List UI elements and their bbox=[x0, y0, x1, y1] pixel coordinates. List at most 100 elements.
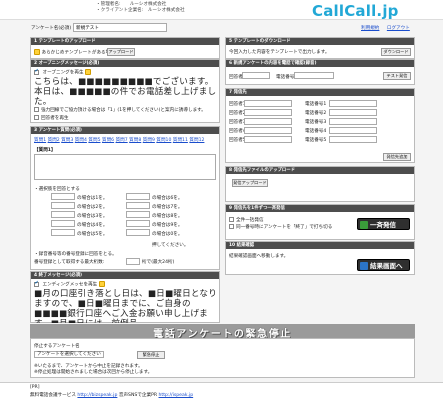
phone-input[interactable] bbox=[329, 118, 377, 125]
opening-checkbox[interactable] bbox=[34, 68, 39, 75]
panel-heading: 9 発信先を1件ずつ一斉発信 bbox=[226, 205, 414, 212]
stop-survey-label: 停止するアンケート名 bbox=[34, 344, 80, 349]
question-tab-2[interactable]: 質問2 bbox=[48, 138, 60, 143]
choice-input-2[interactable] bbox=[51, 202, 75, 209]
question-tab-11[interactable]: 質問11 bbox=[173, 138, 188, 143]
choice-text-8: の場合は8を。 bbox=[152, 214, 183, 219]
chart-icon bbox=[360, 262, 368, 270]
stop-survey-select[interactable]: アンケートを選択してください bbox=[34, 351, 104, 358]
download-button[interactable]: ダウンロード bbox=[381, 48, 411, 56]
opt2-checkbox[interactable] bbox=[34, 115, 39, 120]
choice-text-5: の場合は5を。 bbox=[77, 232, 108, 237]
ending-checkbox[interactable] bbox=[34, 280, 39, 287]
emergency-stop-banner: 電話アンケートの緊急停止 bbox=[30, 324, 415, 340]
opt2-label: 回答者を再生 bbox=[41, 116, 69, 121]
question-tab-3[interactable]: 質問3 bbox=[61, 138, 73, 143]
question-tab-12[interactable]: 質問12 bbox=[189, 138, 204, 143]
survey-name-input[interactable] bbox=[73, 23, 167, 32]
digits-input[interactable] bbox=[126, 258, 140, 265]
opening-message-panel: 2 オープニングメッセージ(必須) オープニングを再生 こちらは、■■■■■■■… bbox=[30, 59, 220, 123]
respondent-input[interactable] bbox=[244, 127, 292, 134]
footer-pr: [PR] bbox=[30, 385, 40, 390]
phone-input[interactable] bbox=[329, 109, 377, 116]
emergency-stop-button[interactable]: 緊急停止 bbox=[137, 351, 165, 359]
question-text-area[interactable] bbox=[34, 154, 216, 180]
target-row: 回答者2 電話番号2 bbox=[229, 109, 413, 117]
results-desc: 結果確認画面へ移動します。 bbox=[229, 254, 289, 259]
panel-heading: 3 アンケート質問(必須) bbox=[31, 127, 219, 134]
bulk-call-button[interactable]: 一斉発信 bbox=[357, 218, 410, 230]
phone-input[interactable] bbox=[329, 136, 377, 143]
question-tab-9[interactable]: 質問9 bbox=[143, 138, 155, 143]
question-tab-7[interactable]: 質問7 bbox=[116, 138, 128, 143]
emergency-stop-panel: 停止するアンケート名 アンケートを選択してください 緊急停止 ※いたるまで、アン… bbox=[30, 338, 415, 378]
question-tab-6[interactable]: 質問6 bbox=[102, 138, 114, 143]
survey-questions-panel: 3 アンケート質問(必須) 質問1 質問2 質問3 質問4 質問5 質問6 質問… bbox=[30, 126, 220, 270]
phone-input[interactable] bbox=[329, 100, 377, 107]
target-row: 回答者3 電話番号3 bbox=[229, 118, 413, 126]
choice-input-1[interactable] bbox=[51, 193, 75, 200]
opt1-checkbox[interactable] bbox=[34, 107, 39, 112]
phone-label: 電話番号3 bbox=[305, 120, 327, 125]
question-tab-8[interactable]: 質問8 bbox=[129, 138, 141, 143]
opening-text[interactable]: こちらは、■■■■■■■■■でございます。本日は、■■■■■の件でお電話差し上げ… bbox=[34, 77, 218, 107]
bulk-stop-checkbox[interactable] bbox=[229, 224, 234, 229]
question-tab-4[interactable]: 質問4 bbox=[75, 138, 87, 143]
ending-check-label: エンディングメッセを再生 bbox=[42, 282, 98, 288]
top-links: 利用規約 ログアウト bbox=[361, 25, 416, 31]
choice-input-9[interactable] bbox=[126, 220, 150, 227]
phone-input[interactable] bbox=[294, 72, 334, 79]
respondent-input[interactable] bbox=[244, 100, 292, 107]
ispeak-link[interactable]: http://ispeak.jp bbox=[159, 393, 194, 398]
voice-label: ・録音番号等の番号登録に回答をとる。 bbox=[34, 252, 117, 257]
results-button[interactable]: 結果画面へ bbox=[357, 259, 410, 271]
phone-label: 電話番号2 bbox=[305, 111, 327, 116]
ending-message-panel: 4 終了メッセージ(必須) エンディングメッセを再生 ■月の口座引き落とし日は、… bbox=[30, 271, 220, 323]
panel-heading: 10 結果確認 bbox=[226, 242, 414, 249]
question-tab-1[interactable]: 質問1 bbox=[34, 138, 46, 143]
callcall-logo: CallCall.jp bbox=[312, 2, 399, 20]
phone-input[interactable] bbox=[329, 127, 377, 134]
choice-input-8[interactable] bbox=[126, 211, 150, 218]
target-upload-button[interactable]: 発信アップロード bbox=[232, 179, 268, 187]
results-label: 結果画面へ bbox=[370, 262, 403, 270]
respondent-input[interactable] bbox=[244, 109, 292, 116]
phone-icon bbox=[360, 221, 368, 229]
results-panel: 10 結果確認 結果確認画面へ移動します。 結果画面へ bbox=[225, 241, 415, 275]
account-info: ・管理者名: ルーシオ株式会社 ・クライアント企業名: ルーシオ株式会社 bbox=[96, 2, 185, 13]
push-label: 押してください。 bbox=[152, 243, 189, 248]
logout-link[interactable]: ログアウト bbox=[387, 26, 410, 31]
star-icon bbox=[85, 69, 92, 75]
bulk-all-checkbox[interactable] bbox=[229, 217, 234, 222]
question-tab-5[interactable]: 質問5 bbox=[88, 138, 100, 143]
choice-input-6[interactable] bbox=[126, 193, 150, 200]
choice-input-7[interactable] bbox=[126, 202, 150, 209]
choice-input-5[interactable] bbox=[51, 229, 75, 236]
phone-label: 電話番号 bbox=[276, 75, 295, 80]
upload-button[interactable]: アップロード bbox=[107, 48, 135, 56]
terms-link[interactable]: 利用規約 bbox=[361, 26, 379, 31]
panel-heading: 4 終了メッセージ(必須) bbox=[31, 272, 219, 279]
respondent-input[interactable] bbox=[244, 136, 292, 143]
bulk-stop-label: 同一番号時にアンケートを「終了」で打ち切る bbox=[236, 225, 333, 230]
respondent-input[interactable] bbox=[242, 72, 270, 79]
question-tab-10[interactable]: 質問10 bbox=[156, 138, 171, 143]
respondent-input[interactable] bbox=[244, 118, 292, 125]
phone-label: 電話番号5 bbox=[305, 138, 327, 143]
test-call-button[interactable]: テスト発信 bbox=[383, 72, 411, 80]
choice-input-4[interactable] bbox=[51, 220, 75, 227]
bulk-call-panel: 9 発信先を1件ずつ一斉発信 全件一括発信 同一番号時にアンケートを「終了」で打… bbox=[225, 204, 415, 240]
choice-text-6: の場合は6を。 bbox=[152, 196, 183, 201]
ending-text[interactable]: ■月の口座引き落とし日は、■日■曜日となりますので、■日■曜日までに、ご自身の■… bbox=[34, 289, 218, 323]
digits-suffix: 桁で(最大24桁) bbox=[142, 260, 175, 265]
choice-input-3[interactable] bbox=[51, 211, 75, 218]
opening-check-label: オープニングを再生 bbox=[42, 70, 84, 76]
question-tabs: 質問1 質問2 質問3 質問4 質問5 質問6 質問7 質問8 質問9 質問10… bbox=[34, 137, 218, 143]
footer-mid: 音声SNSで企業PR bbox=[118, 393, 158, 398]
choice-input-0[interactable] bbox=[126, 229, 150, 236]
choice-text-2: の場合は2を。 bbox=[77, 205, 108, 210]
bizspeak-link[interactable]: http://bizspeak.jp bbox=[77, 393, 117, 398]
target-row: 回答者4 電話番号4 bbox=[229, 127, 413, 135]
opening-opt2: 回答者を再生 bbox=[34, 115, 69, 121]
add-target-button[interactable]: 発信先追加 bbox=[383, 153, 411, 161]
